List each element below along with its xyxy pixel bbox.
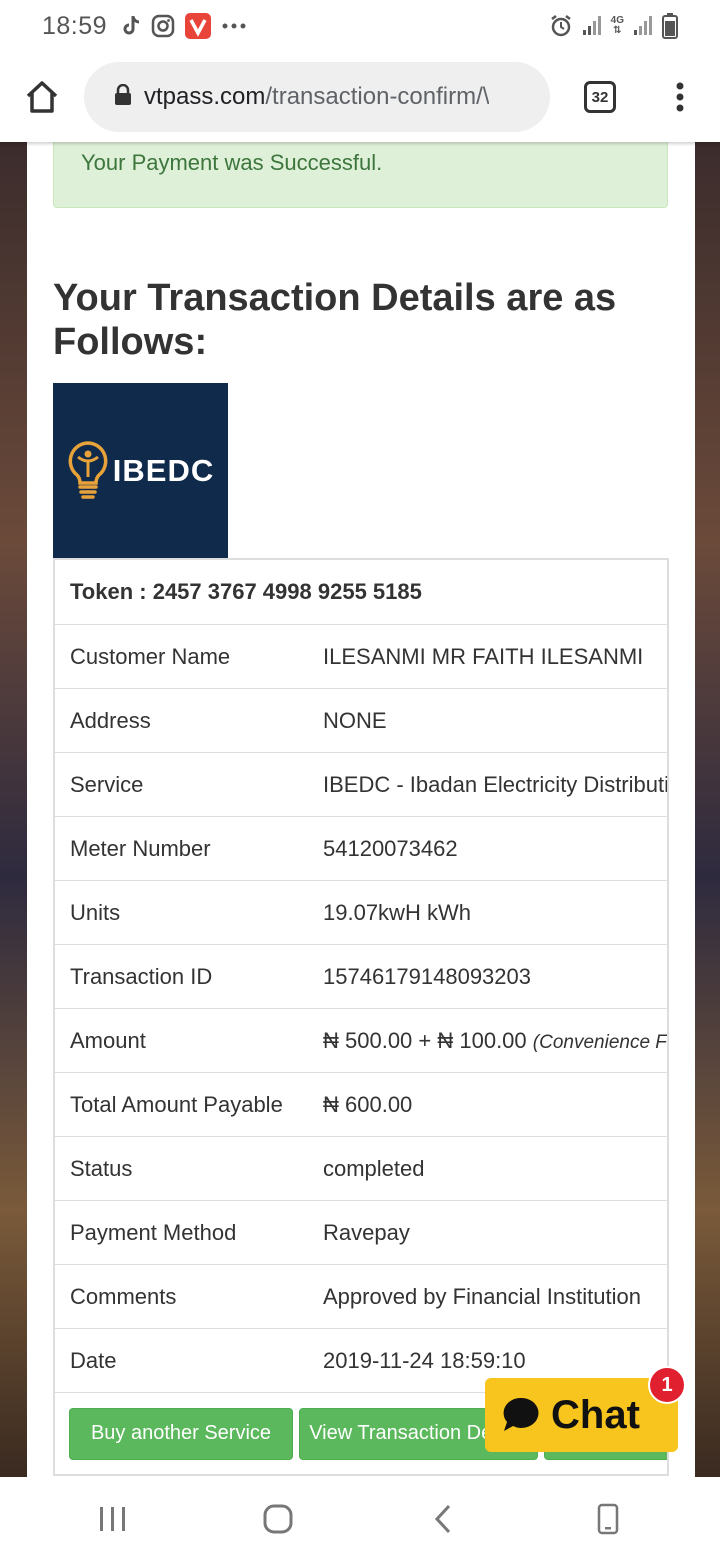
instagram-icon [151,14,175,38]
row-label: Units [70,899,121,925]
page-title: Your Transaction Details are as Follows: [53,277,617,363]
tabs-button[interactable]: 32 [550,52,650,142]
row-label: Amount [70,1027,146,1053]
home-button[interactable] [0,52,84,142]
system-navigation-bar [0,1477,720,1560]
url-domain: vtpass.com [144,83,266,110]
token-row: Token : 2457 3767 4998 9255 5185 [70,579,422,604]
table-row: Total Amount Payable ₦ 600.00 [55,1072,667,1136]
screenshot-button[interactable] [568,1489,648,1549]
recent-apps-button[interactable] [73,1489,153,1549]
table-row: Meter Number 54120073462 [55,816,667,880]
status-time: 18:59 [42,11,108,40]
row-label: Status [70,1155,133,1181]
table-row: Transaction ID 15746179148093203 [55,944,667,1008]
table-row: Address NONE [55,688,667,752]
table-row: Comments Approved by Financial Instituti… [55,1264,667,1328]
tiktok-icon [121,15,141,37]
notification-icons [121,13,247,39]
row-label: Service [70,771,144,797]
row-value: completed [323,1155,425,1181]
row-label: Meter Number [70,835,211,861]
row-value: Approved by Financial Institution [323,1283,641,1309]
chat-bubble-icon [503,1397,539,1431]
row-value-amount: ₦ 500.00 + ₦ 100.00 (Convenience Fee) [323,1028,667,1054]
phone-icon [597,1503,618,1534]
logo-text: IBEDC [112,452,215,488]
back-chevron-icon [434,1504,450,1533]
battery-icon [662,13,678,39]
table-row: Status completed [55,1136,667,1200]
chat-label: Chat [551,1392,640,1437]
row-label: Comments [70,1283,177,1309]
amount-value: ₦ 500.00 + ₦ 100.00 [323,1027,527,1053]
status-bar: 18:59 4G ⇅ [0,0,720,52]
lock-icon [114,83,132,111]
row-value: NONE [323,707,387,733]
more-dots-icon [221,22,247,30]
home-icon [26,81,58,113]
chat-widget-button[interactable]: Chat 1 [485,1366,686,1452]
buy-another-service-button[interactable]: Buy another Service [69,1407,293,1460]
table-row: Customer Name ILESANMI MR FAITH ILESANMI [55,624,667,688]
row-label: Transaction ID [70,963,213,989]
home-nav-button[interactable] [238,1489,318,1549]
table-row: Payment Method Ravepay [55,1200,667,1264]
url-path: /transaction-confirm/\ [265,83,490,110]
home-circle-icon [263,1504,292,1533]
lightbulb-icon [68,440,108,499]
table-row: Units 19.07kwH kWh [55,880,667,944]
signal-4g-icon: 4G ⇅ [610,15,624,36]
row-label: Customer Name [70,643,231,669]
tab-count: 32 [584,81,616,113]
overflow-menu-button[interactable] [650,52,710,142]
row-value: Ravepay [323,1219,410,1245]
alarm-icon [549,14,573,38]
vivaldi-icon [185,13,212,39]
row-value: IBEDC - Ibadan Electricity Distribution [323,771,667,797]
row-value: 54120073462 [323,835,458,861]
transaction-details-table: Token : 2457 3767 4998 9255 5185 Custome… [53,558,669,1476]
table-row: Amount ₦ 500.00 + ₦ 100.00 (Convenience … [55,1008,667,1072]
row-value: ₦ 600.00 [323,1091,413,1117]
browser-toolbar: vtpass.com/transaction-confirm/\ 32 [0,52,720,142]
signal-icon-secondary [632,15,654,37]
chat-unread-badge: 1 [648,1366,686,1404]
row-label: Payment Method [70,1219,237,1245]
provider-logo: IBEDC [53,383,228,558]
row-label: Total Amount Payable [70,1091,283,1117]
back-button[interactable] [403,1489,483,1549]
row-value: 2019-11-24 18:59:10 [323,1347,526,1373]
signal-icon [581,15,603,37]
row-value: 15746179148093203 [323,963,532,989]
address-bar[interactable]: vtpass.com/transaction-confirm/\ [84,62,550,132]
system-icons: 4G ⇅ [549,13,678,39]
row-value: ILESANMI MR FAITH ILESANMI [323,643,644,669]
recents-icon [99,1506,125,1531]
url-text: vtpass.com/transaction-confirm/\ [144,83,489,111]
row-label: Date [70,1347,117,1373]
row-value: 19.07kwH kWh [323,899,471,925]
table-row: Service IBEDC - Ibadan Electricity Distr… [55,752,667,816]
row-label: Address [70,707,151,733]
amount-note: (Convenience Fee) [532,1031,667,1053]
more-vert-icon [676,82,684,112]
